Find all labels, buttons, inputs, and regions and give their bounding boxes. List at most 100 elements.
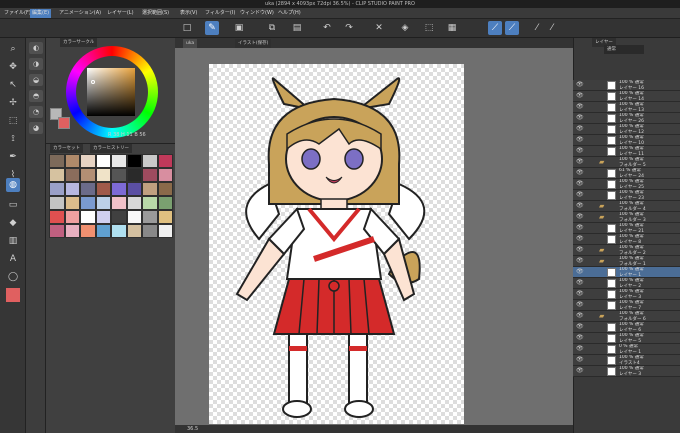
layer-folder-row[interactable]: 👁 ▰ 100 % 通常 フォルダー 2	[573, 245, 680, 256]
palette-swatch[interactable]	[111, 182, 127, 196]
tab-color-set[interactable]: カラーセット	[50, 144, 83, 153]
palette-swatch[interactable]	[157, 210, 173, 224]
palette-swatch[interactable]	[80, 210, 96, 224]
eraser-icon[interactable]: ▭	[6, 198, 20, 212]
palette-swatch[interactable]	[64, 210, 80, 224]
layer-row[interactable]: 👁 100 % 通常 レイヤー 3	[573, 366, 680, 377]
layer-row[interactable]: 👁 100 % 通常 レイヤー 10	[573, 135, 680, 146]
eye-icon[interactable]: 👁	[576, 357, 584, 363]
menu-animation[interactable]: アニメーション(A)	[57, 9, 103, 18]
subtool-6-icon[interactable]: ◕	[29, 122, 43, 134]
layer-row[interactable]: 👁 100 % 通常 レイヤー 16	[573, 80, 680, 91]
transform-icon[interactable]: ⬚	[422, 21, 436, 35]
palette-swatch[interactable]	[64, 154, 80, 168]
palette-swatch[interactable]	[64, 224, 80, 238]
tab-illustration[interactable]: イラスト(保存)	[235, 39, 272, 48]
layer-row[interactable]: 👁 61 % 通常 レイヤー 24	[573, 168, 680, 179]
eye-icon[interactable]: 👁	[576, 82, 584, 88]
save-icon[interactable]: ▣	[232, 21, 246, 35]
eye-icon[interactable]: 👁	[576, 192, 584, 198]
palette-swatch[interactable]	[142, 182, 158, 196]
eye-icon[interactable]: 👁	[576, 126, 584, 132]
eye-icon[interactable]: 👁	[576, 236, 584, 242]
canvas[interactable]	[209, 64, 464, 424]
operation-icon[interactable]: ↖	[6, 78, 20, 92]
palette-swatch[interactable]	[64, 196, 80, 210]
menu-filter[interactable]: フィルター(I)	[203, 9, 237, 18]
color-picker-marker[interactable]	[91, 80, 95, 84]
palette-swatch[interactable]	[142, 224, 158, 238]
eye-icon[interactable]: 👁	[576, 148, 584, 154]
pen-icon[interactable]: ✒	[6, 150, 20, 164]
eye-icon[interactable]: 👁	[576, 93, 584, 99]
palette-swatch[interactable]	[80, 182, 96, 196]
selection-icon[interactable]: ⬚	[6, 114, 20, 128]
clear-icon[interactable]: ✕	[372, 21, 386, 35]
palette-swatch[interactable]	[95, 196, 111, 210]
fill-icon[interactable]: ◈	[398, 21, 412, 35]
layer-row[interactable]: 👁 100 % 通常 レイヤー 2	[573, 278, 680, 289]
palette-swatch[interactable]	[111, 196, 127, 210]
eye-icon[interactable]: 👁	[576, 368, 584, 374]
subtool-4-icon[interactable]: ◓	[29, 90, 43, 102]
menu-selection[interactable]: 選択範囲(S)	[140, 9, 171, 18]
eye-icon[interactable]: 👁	[576, 225, 584, 231]
subtool-5-icon[interactable]: ◔	[29, 106, 43, 118]
palette-swatch[interactable]	[142, 154, 158, 168]
menu-edit[interactable]: 編集(E)	[30, 9, 52, 18]
palette-swatch[interactable]	[157, 196, 173, 210]
undo-icon[interactable]: ↶	[320, 21, 334, 35]
tab-uka[interactable]: uka	[183, 39, 198, 48]
palette-swatch[interactable]	[64, 168, 80, 182]
palette-swatch[interactable]	[49, 154, 65, 168]
layer-row[interactable]: 👁 100 % 通常 レイヤー 26	[573, 113, 680, 124]
tab-color-history[interactable]: カラーヒストリー	[90, 144, 132, 153]
eyedropper-icon[interactable]: ⟟	[6, 132, 20, 146]
palette-swatch[interactable]	[126, 224, 142, 238]
saturation-value-square[interactable]	[87, 68, 135, 116]
menu-layer[interactable]: レイヤー(L)	[105, 9, 136, 18]
palette-swatch[interactable]	[49, 210, 65, 224]
palette-swatch[interactable]	[95, 224, 111, 238]
grid-icon[interactable]: ⁄	[530, 21, 544, 35]
eye-icon[interactable]: 👁	[576, 313, 584, 319]
palette-swatch[interactable]	[49, 168, 65, 182]
eye-icon[interactable]: 👁	[576, 137, 584, 143]
eye-icon[interactable]: 👁	[576, 280, 584, 286]
layer-row[interactable]: 👁 100 % 通常 レイヤー 23	[573, 190, 680, 201]
layer-row[interactable]: 👁 100 % 通常 レイヤー 8	[573, 234, 680, 245]
palette-swatch[interactable]	[80, 168, 96, 182]
layer-folder-row[interactable]: 👁 ▰ 100 % 通常 フォルダー 4	[573, 201, 680, 212]
guide-icon[interactable]: ⁄	[545, 21, 559, 35]
layer-row[interactable]: 👁 0 % 通常 レイヤー 1	[573, 344, 680, 355]
eye-icon[interactable]: 👁	[576, 346, 584, 352]
palette-swatch[interactable]	[111, 224, 127, 238]
layer-row[interactable]: 👁 100 % 通常 レイヤー 3	[573, 289, 680, 300]
redo-icon[interactable]: ↷	[342, 21, 356, 35]
new-icon[interactable]: □	[180, 21, 194, 35]
layer-folder-row[interactable]: 👁 ▰ 100 % 通常 フォルダー 1	[573, 256, 680, 267]
eye-icon[interactable]: 👁	[576, 335, 584, 341]
fill-tool-icon[interactable]: ◆	[6, 216, 20, 230]
palette-swatch[interactable]	[64, 182, 80, 196]
layer-row[interactable]: 👁 100 % 通常 レイヤー 21	[573, 223, 680, 234]
palette-swatch[interactable]	[95, 154, 111, 168]
select-icon[interactable]: ▦	[445, 21, 459, 35]
menu-help[interactable]: ヘルプ(H)	[276, 9, 303, 18]
layer-row[interactable]: 👁 100 % 通常 レイヤー 12	[573, 124, 680, 135]
layer-folder-row[interactable]: 👁 ▰ 100 % 通常 フォルダー 3	[573, 212, 680, 223]
ruler-icon[interactable]: ⟋	[488, 21, 502, 35]
layer-folder-row[interactable]: 👁 ▰ 100 % 通常 フォルダー 5	[573, 157, 680, 168]
copy-icon[interactable]: ⧉	[265, 21, 279, 35]
palette-swatch[interactable]	[111, 168, 127, 182]
eye-icon[interactable]: 👁	[576, 324, 584, 330]
blend-mode-select[interactable]: 通常	[604, 45, 644, 54]
palette-swatch[interactable]	[142, 168, 158, 182]
eye-icon[interactable]: 👁	[576, 181, 584, 187]
palette-swatch[interactable]	[126, 168, 142, 182]
eye-icon[interactable]: 👁	[576, 115, 584, 121]
menu-window[interactable]: ウィンドウ(W)	[238, 9, 276, 18]
eye-icon[interactable]: 👁	[576, 170, 584, 176]
palette-swatch[interactable]	[80, 196, 96, 210]
eye-icon[interactable]: 👁	[576, 269, 584, 275]
